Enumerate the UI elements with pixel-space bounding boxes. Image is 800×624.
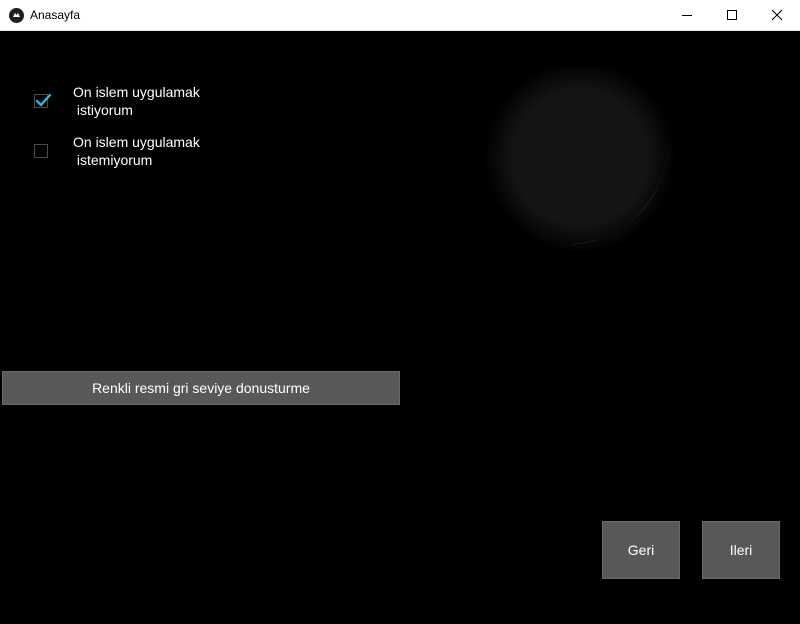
app-logo-icon [9, 8, 24, 23]
option-preprocess-yes-label: On islem uygulamak istiyorum [73, 84, 200, 118]
window-title: Anasayfa [30, 8, 81, 22]
checkmark-icon [35, 93, 52, 107]
option-preprocess-no-checkbox[interactable] [34, 144, 48, 158]
maximize-icon [727, 10, 737, 20]
moon-image [484, 67, 676, 253]
close-button[interactable] [754, 0, 800, 30]
main-content: On islem uygulamak istiyorum On islem uy… [0, 31, 800, 624]
next-button[interactable]: Ileri [702, 521, 780, 579]
back-button[interactable]: Geri [602, 521, 680, 579]
option-preprocess-yes-checkbox[interactable] [34, 93, 52, 108]
option-preprocess-no-label: On islem uygulamak istemiyorum [73, 134, 200, 168]
convert-to-grayscale-button[interactable]: Renkli resmi gri seviye donusturme [2, 371, 400, 405]
close-icon [771, 9, 783, 21]
maximize-button[interactable] [709, 0, 755, 30]
title-bar[interactable]: Anasayfa [0, 0, 800, 31]
minimize-icon [682, 15, 692, 16]
minimize-button[interactable] [664, 0, 710, 30]
app-window: Anasayfa On islem uygulamak istiyorum On… [0, 0, 800, 624]
